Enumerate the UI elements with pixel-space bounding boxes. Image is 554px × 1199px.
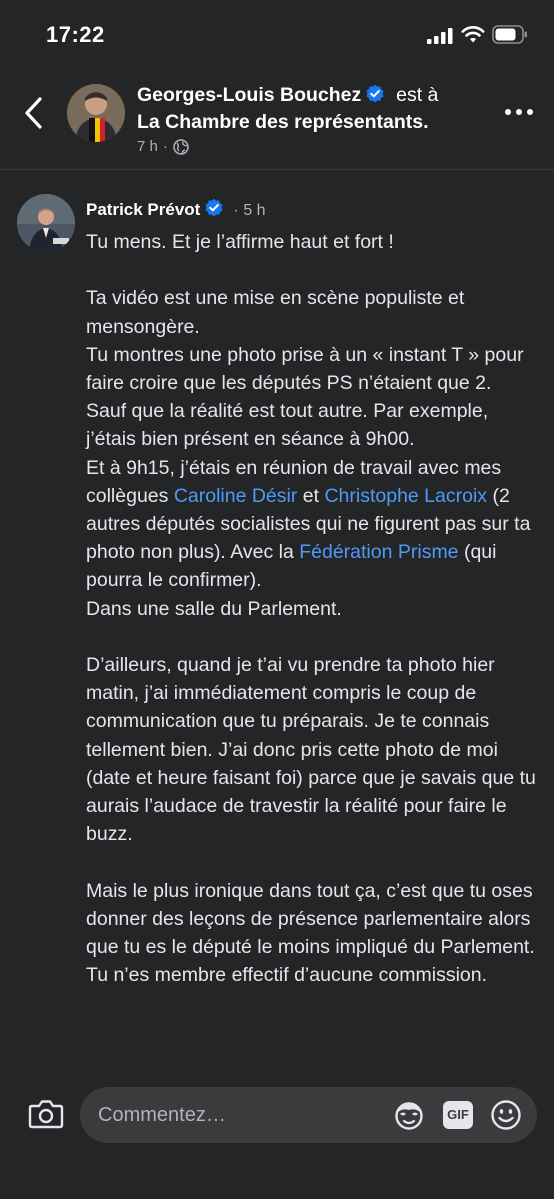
comment-line: Dans une salle du Parlement. <box>86 597 342 620</box>
comment-line: Sauf que la réalité est tout autre. Par … <box>86 400 489 451</box>
place-link[interactable]: La Chambre des représentants. <box>137 111 477 134</box>
comment-input[interactable]: Commentez… GIF <box>80 1087 537 1143</box>
commenter-avatar[interactable] <box>17 194 75 252</box>
comment-paragraph: Ta vidéo est une mise en scène populiste… <box>86 284 538 622</box>
comment-line: Tu n’es membre effectif d’aucune commiss… <box>86 964 488 987</box>
comment-timestamp[interactable]: 5 h <box>243 202 265 219</box>
header-verb-text: est à <box>396 84 439 106</box>
comment-composer: Commentez… GIF <box>0 1080 554 1199</box>
poster-name[interactable]: Georges-Louis Bouchez <box>137 84 361 106</box>
comment-paragraph: Tu mens. Et je l’affirme haut et fort ! <box>86 231 394 253</box>
battery-icon <box>492 25 527 44</box>
more-options-icon[interactable] <box>504 106 534 118</box>
comment-header: Patrick Prévot · 5 h <box>86 198 266 220</box>
clock: 17:22 <box>46 22 105 47</box>
post-timestamp[interactable]: 7 h <box>137 138 158 155</box>
comment-text: et <box>297 484 325 507</box>
poster-avatar-image <box>67 84 125 142</box>
post-header: Georges-Louis Bouchez est à La Chambre d… <box>0 70 554 170</box>
cellular-signal-icon <box>427 28 453 44</box>
gif-label: GIF <box>447 1107 469 1122</box>
comment-paragraph: Mais le plus ironique dans tout ça, c’es… <box>86 877 538 990</box>
emoji-icon[interactable] <box>490 1099 522 1131</box>
globe-icon <box>173 138 189 155</box>
comment-paragraph: D’ailleurs, quand je t’ai vu prendre ta … <box>86 654 536 846</box>
poster-avatar[interactable] <box>67 84 125 142</box>
verified-badge-icon <box>366 84 384 103</box>
back-arrow-icon[interactable] <box>20 94 50 132</box>
wifi-icon <box>461 26 485 43</box>
gif-button[interactable]: GIF <box>442 1100 474 1130</box>
status-bar: 17:22 <box>0 0 554 70</box>
comment-input-placeholder: Commentez… <box>98 1104 226 1126</box>
mention-link[interactable]: Caroline Désir <box>174 485 298 507</box>
mention-link[interactable]: Fédération Prisme <box>299 541 458 563</box>
commenter-avatar-image <box>17 194 75 252</box>
camera-icon[interactable] <box>28 1098 64 1130</box>
post-header-text: Georges-Louis Bouchez est à La Chambre d… <box>137 84 477 134</box>
verified-badge-icon <box>205 198 223 217</box>
avatar-sticker-icon[interactable] <box>393 1099 425 1131</box>
comment-line: Mais le plus ironique dans tout ça, c’es… <box>86 879 535 959</box>
post-meta: 7 h · <box>137 138 189 155</box>
comment-body: Tu mens. Et je l’affirme haut et fort ! … <box>86 228 538 1018</box>
meta-separator: · <box>162 138 168 155</box>
comment-line: Ta vidéo est une mise en scène populiste… <box>86 287 465 338</box>
comment-line: Tu montres une photo prise à un « instan… <box>86 343 524 394</box>
mention-link[interactable]: Christophe Lacroix <box>324 485 487 507</box>
commenter-name[interactable]: Patrick Prévot <box>86 200 200 219</box>
